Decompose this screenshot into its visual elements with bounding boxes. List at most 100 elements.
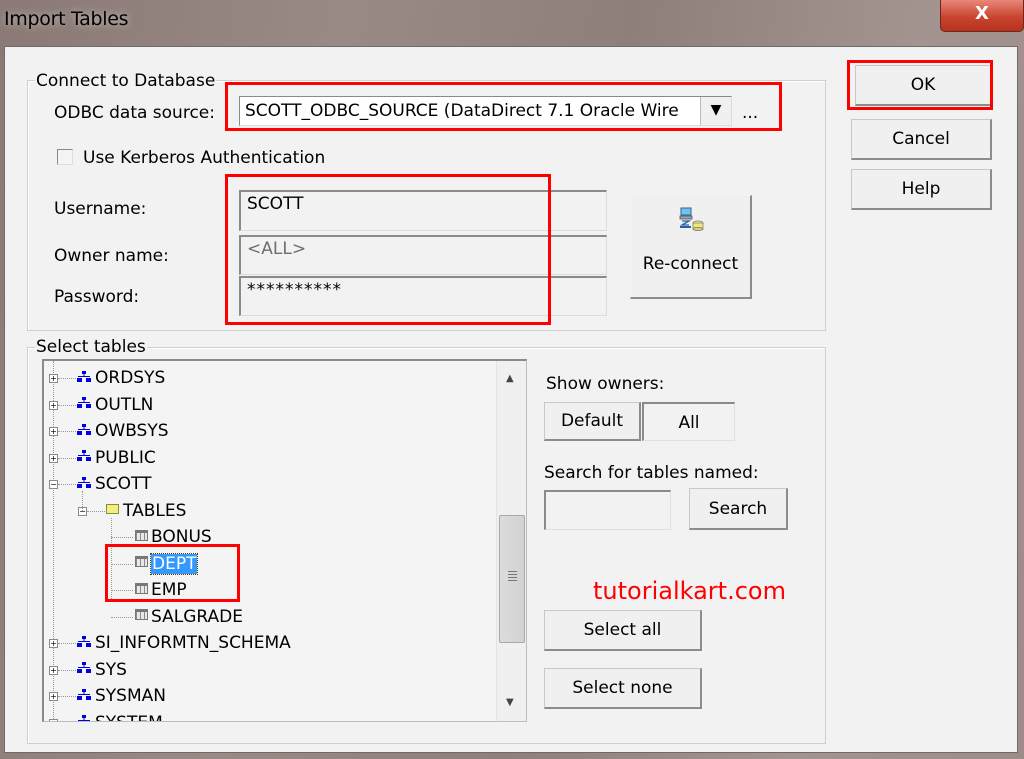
password-field[interactable]: **********	[239, 276, 607, 316]
connect-group-label: Connect to Database	[35, 71, 217, 91]
schema-icon	[77, 662, 91, 673]
kerberos-label: Use Kerberos Authentication	[83, 148, 326, 168]
tree-node-bonus[interactable]: BONUS	[135, 524, 212, 550]
tree-node-label: OUTLN	[95, 394, 154, 415]
tree-scrollbar[interactable]: ▲ ▼	[496, 361, 526, 721]
tree-node-label: SALGRADE	[151, 606, 243, 627]
select-none-button[interactable]: Select none	[544, 668, 702, 709]
tree-line	[111, 537, 133, 538]
tree-node-tables[interactable]: TABLES	[106, 498, 186, 524]
schema-tree[interactable]: + ORDSYS + OUTLN + OWBSYS + PUBLIC − SCOTT − TABLES…	[42, 359, 527, 722]
tree-line	[82, 491, 83, 511]
odbc-data-source-select[interactable]: SCOTT_ODBC_SOURCE (DataDirect 7.1 Oracle…	[239, 96, 732, 126]
reconnect-label: Re-connect	[642, 254, 739, 274]
expand-icon[interactable]: +	[49, 639, 58, 648]
schema-icon	[77, 688, 91, 700]
cancel-button[interactable]: Cancel	[851, 119, 992, 160]
tree-node-label: BONUS	[151, 527, 212, 547]
kerberos-checkbox[interactable]	[57, 149, 73, 165]
scroll-up-icon[interactable]: ▲	[506, 373, 514, 384]
tree-line	[111, 517, 112, 599]
ok-button[interactable]: OK	[855, 65, 992, 106]
tree-line	[58, 378, 76, 379]
search-label: Search for tables named:	[544, 463, 759, 483]
tree-node-label: DEPT	[149, 552, 199, 575]
tree-line	[87, 510, 105, 512]
owner-name-field[interactable]: <ALL>	[239, 235, 607, 275]
tree-node-dept[interactable]: DEPT	[135, 551, 199, 577]
table-icon	[135, 556, 148, 567]
scrollbar-thumb[interactable]	[499, 515, 525, 643]
tree-node-scott[interactable]: SCOTT	[77, 471, 152, 497]
watermark-text: tutorialkart.com	[593, 577, 786, 605]
username-field[interactable]: SCOTT	[239, 190, 607, 231]
owner-all-button[interactable]: All	[642, 402, 735, 441]
tree-node-sys[interactable]: SYS	[77, 657, 127, 683]
chevron-down-icon[interactable]: ▼	[700, 97, 731, 125]
tree-node-system[interactable]: SYSTEM	[77, 710, 163, 722]
close-button[interactable]: X	[940, 0, 1024, 32]
close-icon: X	[975, 3, 989, 24]
tree-line	[111, 590, 133, 591]
expand-icon[interactable]: +	[49, 374, 58, 383]
schema-icon	[77, 370, 91, 382]
tree-line	[58, 484, 76, 485]
tree-line	[111, 616, 133, 618]
expand-icon[interactable]: +	[49, 718, 58, 721]
tree-node-emp[interactable]: EMP	[135, 577, 187, 603]
table-icon	[135, 582, 148, 594]
grip-icon	[508, 571, 517, 582]
search-input[interactable]	[544, 490, 671, 530]
tree-node-label: SCOTT	[95, 474, 152, 494]
tree-node-outln[interactable]: OUTLN	[77, 392, 153, 418]
owner-name-label: Owner name:	[54, 246, 169, 266]
help-button[interactable]: Help	[851, 169, 992, 210]
expand-icon[interactable]: +	[49, 665, 58, 675]
tree-node-label: SYSMAN	[95, 686, 166, 706]
search-button[interactable]: Search	[689, 488, 788, 530]
tree-line	[58, 643, 76, 644]
table-icon	[135, 609, 148, 620]
tree-line	[58, 669, 76, 671]
collapse-icon[interactable]: −	[49, 480, 58, 489]
tree-node-label: SYS	[95, 659, 127, 680]
tree-line	[58, 457, 76, 459]
schema-icon	[78, 715, 90, 721]
schema-icon	[77, 397, 91, 408]
tree-node-salgrade[interactable]: SALGRADE	[135, 604, 243, 630]
title-bar: Import Tables X	[0, 0, 1024, 44]
tree-node-label: ORDSYS	[95, 368, 166, 388]
expand-icon[interactable]: +	[49, 692, 58, 701]
odbc-label: ODBC data source:	[54, 103, 215, 123]
tree-node-label: TABLES	[123, 500, 187, 521]
schema-icon	[77, 423, 91, 435]
schema-icon	[77, 635, 91, 647]
schema-icon	[77, 476, 91, 488]
tree-node-label: OWBSYS	[95, 421, 169, 441]
select-all-button[interactable]: Select all	[544, 610, 702, 651]
table-icon	[135, 529, 148, 541]
tree-node-sysman[interactable]: SYSMAN	[77, 683, 166, 709]
tree-line	[111, 563, 133, 565]
tree-node-si-informtn-schema[interactable]: SI_INFORMTN_SCHEMA	[77, 630, 291, 656]
password-label: Password:	[54, 287, 140, 307]
browse-data-source-button[interactable]: ...	[742, 103, 758, 123]
expand-icon[interactable]: +	[49, 453, 58, 463]
owner-default-button[interactable]: Default	[544, 402, 641, 441]
odbc-selected-value: SCOTT_ODBC_SOURCE (DataDirect 7.1 Oracle…	[245, 101, 679, 121]
select-tables-label: Select tables	[35, 337, 147, 357]
dialog-client-area: Connect to Database ODBC data source: SC…	[4, 46, 1018, 753]
reconnect-button[interactable]: Re-connect	[630, 195, 752, 299]
tree-line	[58, 696, 76, 697]
tree-node-label: SYSTEM	[95, 713, 163, 722]
tree-node-label: EMP	[151, 580, 187, 600]
expand-icon[interactable]: +	[49, 400, 58, 410]
tree-node-public[interactable]: PUBLIC	[77, 445, 156, 471]
scroll-down-icon[interactable]: ▼	[506, 697, 514, 708]
tree-node-ordsys[interactable]: ORDSYS	[77, 365, 165, 391]
tree-node-owbsys[interactable]: OWBSYS	[77, 418, 169, 444]
tree-node-label: SI_INFORMTN_SCHEMA	[95, 633, 291, 653]
expand-icon[interactable]: +	[49, 427, 58, 436]
tree-line	[58, 404, 76, 406]
network-database-icon	[679, 207, 704, 231]
